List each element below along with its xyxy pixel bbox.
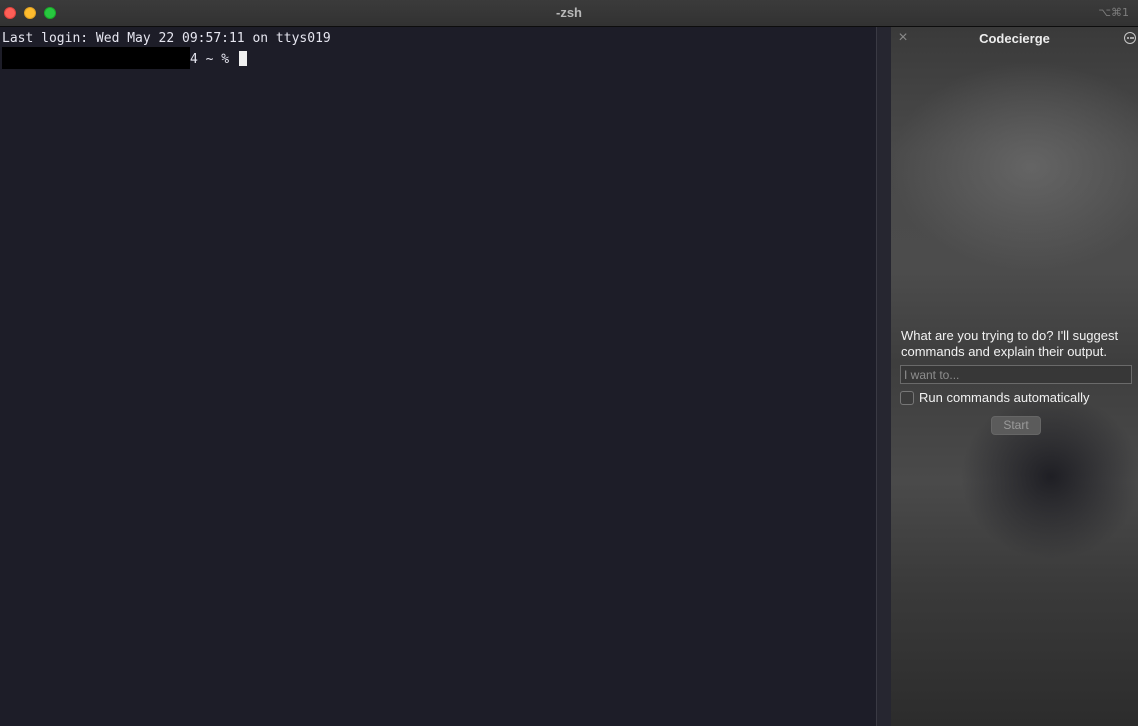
run-automatically-checkbox[interactable] [900, 391, 914, 405]
start-button[interactable]: Start [991, 416, 1041, 435]
goal-input[interactable] [900, 365, 1132, 384]
window-title: -zsh [556, 5, 582, 20]
terminal-window: -zsh ⌥⌘1 Last login: Wed May 22 09:57:11… [0, 0, 1138, 726]
text-cursor [238, 51, 247, 66]
more-options-icon[interactable] [1124, 32, 1136, 44]
redacted-hostname [2, 47, 190, 69]
window-shortcut: ⌥⌘1 [1098, 6, 1129, 19]
pane-divider[interactable] [876, 27, 891, 726]
last-login-line: Last login: Wed May 22 09:57:11 on ttys0… [2, 31, 331, 46]
prompt-line: 4 ~ % [2, 47, 247, 69]
codecierge-panel: × Codecierge What are you trying to do? … [891, 27, 1138, 726]
terminal-pane[interactable]: Last login: Wed May 22 09:57:11 on ttys0… [0, 27, 876, 726]
prompt-text: 4 ~ % [190, 52, 237, 67]
run-automatically-label[interactable]: Run commands automatically [919, 390, 1090, 405]
panel-title: Codecierge [979, 31, 1050, 46]
more-dot [1132, 37, 1134, 39]
title-bar[interactable]: -zsh ⌥⌘1 [0, 0, 1138, 27]
panel-description: What are you trying to do? I'll suggest … [901, 328, 1119, 359]
more-dot [1127, 37, 1129, 39]
